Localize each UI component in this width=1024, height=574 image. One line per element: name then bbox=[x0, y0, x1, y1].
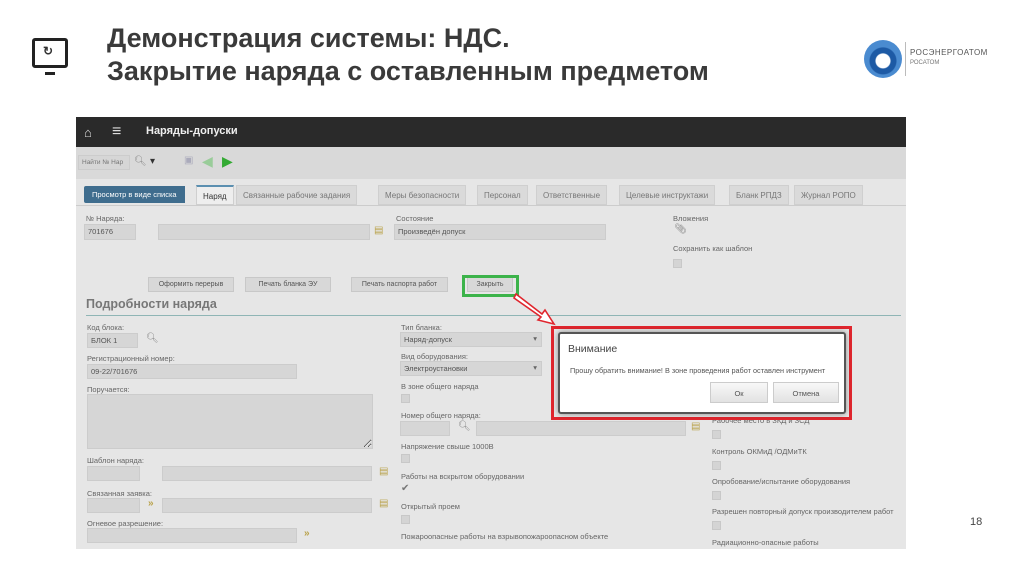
save-template-label: Сохранить как шаблон bbox=[673, 244, 753, 253]
arrow-left-icon[interactable]: ◀ bbox=[202, 153, 213, 170]
tab-responsible[interactable]: Ответственные bbox=[536, 185, 608, 205]
lookup-icon[interactable]: ▤ bbox=[379, 498, 388, 509]
logo-subtext: РОСАТОМ bbox=[910, 60, 940, 66]
section-title: Подробности наряда bbox=[86, 297, 217, 311]
logo-divider bbox=[905, 42, 906, 76]
attention-dialog: Внимание Прошу обратить внимание! В зоне… bbox=[558, 332, 846, 414]
cancel-button[interactable]: Отмена bbox=[773, 382, 839, 403]
fire-permit-label: Огневое разрешение: bbox=[87, 519, 164, 528]
search-input[interactable] bbox=[78, 155, 130, 170]
control-label: Контроль ОКМиД /ОДМиТК bbox=[712, 447, 807, 456]
radiation-label: Радиационно-опасные работы bbox=[712, 538, 819, 547]
workplace-checkbox[interactable] bbox=[712, 430, 721, 439]
search-icon[interactable]: 🔍︎ bbox=[146, 333, 159, 344]
request-label: Связанная заявка: bbox=[87, 489, 152, 498]
attachments-label: Вложения bbox=[673, 214, 709, 223]
page-number: 18 bbox=[970, 516, 983, 528]
general-zone-label: В зоне общего наряда bbox=[401, 382, 479, 391]
dialog-title: Внимание bbox=[568, 343, 618, 355]
state-field: Произведён допуск bbox=[394, 224, 606, 240]
app-title: Наряды-допуски bbox=[146, 125, 238, 137]
search-icon[interactable]: 🔍︎ bbox=[134, 156, 147, 167]
order-no-label: № Наряда: bbox=[86, 214, 125, 223]
reg-no-label: Регистрационный номер: bbox=[87, 354, 175, 363]
fire-permit-field[interactable] bbox=[87, 528, 297, 543]
list-view-button[interactable]: Просмотр в виде списка bbox=[84, 186, 185, 203]
fire-hazard-label: Пожароопасные работы на взрывопожароопас… bbox=[401, 532, 609, 541]
tab-ropo[interactable]: Журнал РОПО bbox=[794, 185, 863, 205]
double-chevron-icon[interactable]: » bbox=[148, 498, 154, 509]
assigned-label: Поручается: bbox=[87, 385, 130, 394]
chevron-down-icon[interactable]: ▾ bbox=[150, 156, 155, 167]
tab-briefings[interactable]: Целевые инструктажи bbox=[619, 185, 716, 205]
opening-label: Открытый проем bbox=[401, 502, 460, 511]
testing-checkbox[interactable] bbox=[712, 491, 721, 500]
tab-rpdz[interactable]: Бланк РПДЗ bbox=[729, 185, 789, 205]
rosenergoatom-logo bbox=[864, 40, 902, 78]
print-eu-button[interactable]: Печать бланка ЭУ bbox=[245, 277, 331, 292]
block-code-field[interactable]: БЛОК 1 bbox=[87, 333, 138, 348]
lookup-icon[interactable]: ▤ bbox=[691, 421, 700, 432]
form-type-select[interactable]: Наряд-допуск bbox=[400, 332, 542, 347]
reg-no-field[interactable]: 09-22/701676 bbox=[87, 364, 297, 379]
form-type-label: Тип бланка: bbox=[401, 323, 442, 332]
save-template-checkbox[interactable] bbox=[673, 259, 682, 268]
assigned-textarea[interactable] bbox=[87, 394, 373, 449]
readmit-label: Разрешен повторный допуск производителем… bbox=[712, 507, 894, 516]
template-code-field[interactable] bbox=[87, 466, 140, 481]
save-icon[interactable]: ▣ bbox=[184, 155, 193, 166]
slide-title: Демонстрация системы: НДС. Закрытие наряд… bbox=[107, 23, 709, 86]
testing-label: Опробование/испытание оборудования bbox=[712, 477, 851, 486]
search-icon[interactable]: 🔍︎ bbox=[458, 421, 471, 432]
arrow-right-icon[interactable]: ▶ bbox=[222, 153, 233, 170]
tab-order[interactable]: Наряд bbox=[196, 185, 234, 205]
tab-related-tasks[interactable]: Связанные рабочие задания bbox=[236, 185, 358, 205]
close-button-highlight bbox=[462, 275, 519, 297]
home-icon[interactable]: ⌂ bbox=[84, 125, 92, 140]
tab-safety[interactable]: Меры безопасности bbox=[378, 185, 467, 205]
general-no-label: Номер общего наряда: bbox=[401, 411, 481, 420]
print-passport-button[interactable]: Печать паспорта работ bbox=[351, 277, 448, 292]
lookup-icon[interactable]: ▤ bbox=[379, 466, 388, 477]
form-type-value: Наряд-допуск bbox=[404, 335, 452, 344]
template-label: Шаблон наряда: bbox=[87, 456, 144, 465]
section-divider bbox=[86, 315, 901, 316]
general-no-name-field[interactable] bbox=[476, 421, 686, 436]
tab-personnel[interactable]: Персонал bbox=[477, 185, 528, 205]
double-chevron-icon[interactable]: » bbox=[304, 528, 310, 539]
checkmark-icon[interactable]: ✔ bbox=[401, 483, 409, 494]
control-checkbox[interactable] bbox=[712, 461, 721, 470]
state-label: Состояние bbox=[396, 214, 434, 223]
break-button[interactable]: Оформить перерыв bbox=[148, 277, 234, 292]
toolbar: 🔍︎ ▾ ▣ ◀ ▶ bbox=[76, 147, 906, 179]
app-header: ⌂ ≡ Наряды-допуски bbox=[76, 117, 906, 147]
readmit-checkbox[interactable] bbox=[712, 521, 721, 530]
opened-equipment-label: Работы на вскрытом оборудовании bbox=[401, 472, 525, 481]
menu-icon[interactable]: ≡ bbox=[112, 123, 121, 141]
voltage-checkbox[interactable] bbox=[401, 454, 410, 463]
order-name-field[interactable] bbox=[158, 224, 370, 240]
template-name-field[interactable] bbox=[162, 466, 372, 481]
tab-bar: Просмотр в виде списка Наряд Связанные р… bbox=[76, 182, 906, 206]
equipment-value: Электроустановки bbox=[404, 364, 468, 373]
voltage-label: Напряжение свыше 1000В bbox=[401, 442, 494, 451]
block-code-label: Код блока: bbox=[87, 323, 125, 332]
lookup-icon[interactable]: ▤ bbox=[374, 225, 383, 236]
order-no-field[interactable]: 701676 bbox=[84, 224, 136, 240]
request-code-field[interactable] bbox=[87, 498, 140, 513]
logo-text: РОСЭНЕРГОАТОМ bbox=[910, 48, 988, 57]
paperclip-icon[interactable]: 📎︎ bbox=[674, 224, 687, 235]
request-name-field[interactable] bbox=[162, 498, 372, 513]
dialog-message: Прошу обратить внимание! В зоне проведен… bbox=[570, 366, 826, 375]
monitor-icon: ↻ bbox=[32, 38, 68, 75]
opening-checkbox[interactable] bbox=[401, 515, 410, 524]
general-no-field[interactable] bbox=[400, 421, 450, 436]
general-zone-checkbox[interactable] bbox=[401, 394, 410, 403]
equipment-select[interactable]: Электроустановки bbox=[400, 361, 542, 376]
equipment-label: Вид оборудования: bbox=[401, 352, 468, 361]
ok-button[interactable]: Ок bbox=[710, 382, 768, 403]
